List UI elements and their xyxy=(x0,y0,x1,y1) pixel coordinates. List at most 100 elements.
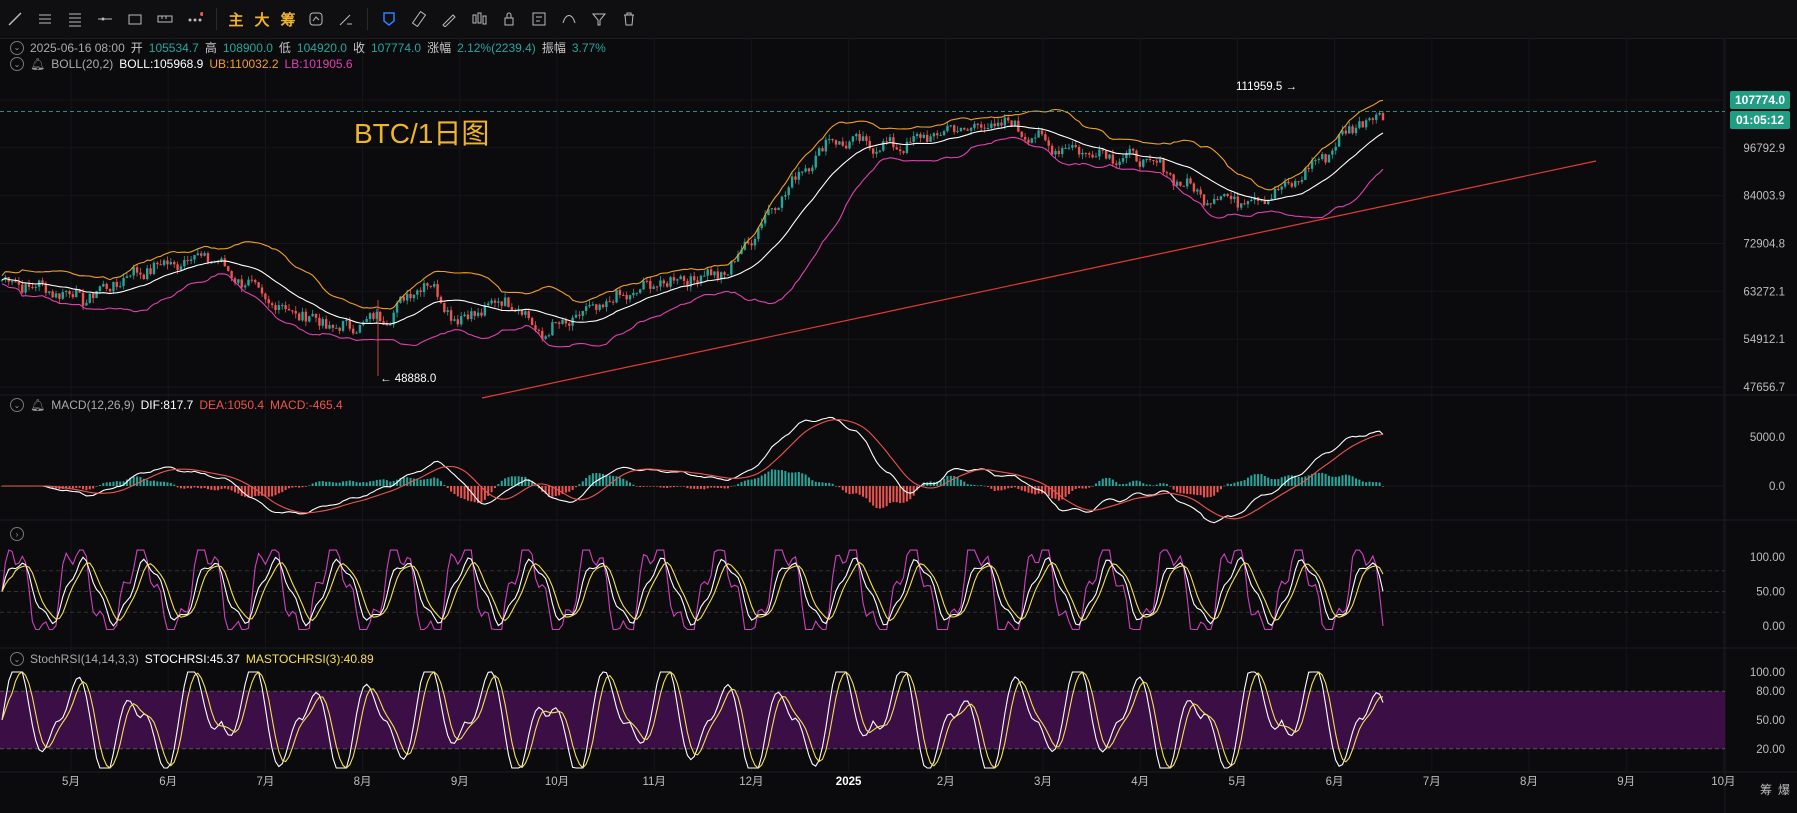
macd-histogram-bar xyxy=(196,486,199,488)
collapse-icon[interactable]: ⌄ xyxy=(10,398,24,412)
parallel-lines-tool-icon[interactable] xyxy=(30,4,60,34)
ruler-icon[interactable] xyxy=(404,4,434,34)
time-axis-label: 7月 xyxy=(256,776,274,788)
macd-histogram-bar xyxy=(976,485,979,487)
macd-histogram-bar xyxy=(743,480,746,486)
macd-histogram-bar xyxy=(1081,486,1084,489)
chip-corner-label[interactable]: 筹 xyxy=(1760,781,1772,798)
macd-histogram-bar xyxy=(814,481,817,486)
price-chart[interactable]: 5月 6月 7月 8月 9月 10月 11月 12月 2025 2月 3月 4月 5月 6月 7月 8月 9月 1… xyxy=(0,38,1797,813)
candle-body xyxy=(692,276,696,281)
macd-histogram-bar xyxy=(733,485,736,487)
kdj-axis-label: 50.00 xyxy=(1756,587,1785,599)
candle-body xyxy=(1226,194,1229,196)
macd-histogram-bar xyxy=(1233,482,1236,486)
template-icon[interactable] xyxy=(524,4,554,34)
macd-histogram-bar xyxy=(649,486,652,487)
macd-histogram-bar xyxy=(1246,477,1249,486)
candle-body xyxy=(635,292,638,294)
stochrsi-axis-label: 100.00 xyxy=(1750,667,1785,679)
measure-tool-icon[interactable] xyxy=(150,4,180,34)
candle-body xyxy=(652,286,655,289)
candle-body xyxy=(426,283,429,286)
kdj-axis-label: 100.00 xyxy=(1750,552,1785,564)
candle-body xyxy=(527,311,530,319)
candle-body xyxy=(257,282,260,288)
macd-histogram-bar xyxy=(406,477,409,486)
more-tools-icon[interactable] xyxy=(180,4,210,34)
macd-histogram-bar xyxy=(726,486,729,489)
candle-body xyxy=(1047,140,1050,146)
candle-body xyxy=(655,286,659,288)
collapse-icon[interactable]: ⌄ xyxy=(10,40,24,55)
bell-icon[interactable]: 🔔︎ xyxy=(30,57,45,71)
macd-histogram-bar xyxy=(1162,483,1165,486)
candle-body xyxy=(41,280,44,284)
candle-body xyxy=(287,308,291,311)
fib-lines-tool-icon[interactable] xyxy=(60,4,90,34)
macd-histogram-bar xyxy=(365,482,368,486)
candle-body xyxy=(254,280,257,283)
macd-axis-label: 0.0 xyxy=(1769,481,1785,493)
magnet-mode-icon[interactable] xyxy=(374,4,404,34)
candle-body xyxy=(443,303,446,312)
candle-body xyxy=(429,285,433,287)
main-indicator-button[interactable]: 主 xyxy=(223,4,249,34)
candle-body xyxy=(1027,139,1030,143)
candle-body xyxy=(456,319,460,325)
candle-body xyxy=(1128,148,1131,154)
liquidation-corner-label[interactable]: 爆 xyxy=(1778,781,1790,798)
candle-body xyxy=(898,149,902,152)
collapse-icon[interactable]: ⌄ xyxy=(10,652,24,666)
macd-histogram-bar xyxy=(1192,486,1195,495)
candle-body xyxy=(645,280,649,282)
candle-body xyxy=(1098,149,1101,157)
delete-icon[interactable] xyxy=(614,4,644,34)
time-axis-label: 7月 xyxy=(1423,776,1441,788)
candle-style-icon[interactable] xyxy=(464,4,494,34)
macd-histogram-bar xyxy=(959,479,962,486)
candle-body xyxy=(183,260,186,267)
candle-body xyxy=(871,148,875,154)
candle-body xyxy=(665,283,669,287)
candle-body xyxy=(662,280,665,284)
macd-dea-line xyxy=(2,419,1384,520)
ohlc-legend: ⌄ 2025-06-16 08:00 开 105534.7 高 108900.0 低… xyxy=(10,39,606,56)
candle-body xyxy=(328,324,331,329)
lock-icon[interactable] xyxy=(494,4,524,34)
candle-body xyxy=(54,293,58,298)
chip-distribution-button[interactable]: 筹 xyxy=(275,4,301,34)
brush-icon[interactable] xyxy=(434,4,464,34)
candle-body xyxy=(817,148,821,156)
macd-histogram-bar xyxy=(905,486,908,502)
macd-histogram-bar xyxy=(1051,486,1054,499)
candle-body xyxy=(1030,138,1034,143)
candle-body xyxy=(1165,172,1169,174)
rectangle-tool-icon[interactable] xyxy=(120,4,150,34)
macd-histogram-bar xyxy=(963,481,966,486)
macd-histogram-bar xyxy=(1361,481,1364,486)
macd-histogram-bar xyxy=(966,484,969,486)
large-order-button[interactable]: 大 xyxy=(249,4,275,34)
candle-body xyxy=(1088,153,1091,155)
collapse-icon[interactable]: ⌄ xyxy=(10,57,24,71)
macd-histogram-bar xyxy=(294,486,297,488)
candle-body xyxy=(71,294,75,298)
indicator-settings-icon[interactable] xyxy=(301,4,331,34)
macd-histogram-bar xyxy=(1226,483,1229,486)
clear-drawings-icon[interactable] xyxy=(331,4,361,34)
macd-histogram-bar xyxy=(1213,486,1216,496)
trend-line-tool-icon[interactable] xyxy=(0,4,30,34)
expand-icon[interactable]: › xyxy=(10,527,24,541)
horizontal-ray-tool-icon[interactable] xyxy=(90,4,120,34)
visibility-icon[interactable] xyxy=(554,4,584,34)
time-axis-label: 11月 xyxy=(642,776,665,788)
candle-body xyxy=(649,280,652,289)
macd-histogram-bar xyxy=(686,486,689,489)
candle-body xyxy=(446,310,449,312)
filter-icon[interactable] xyxy=(584,4,614,34)
macd-histogram-bar xyxy=(747,479,750,486)
bell-icon[interactable]: 🔔︎ xyxy=(30,398,45,412)
macd-histogram-bar xyxy=(335,482,338,486)
candle-body xyxy=(237,279,240,283)
